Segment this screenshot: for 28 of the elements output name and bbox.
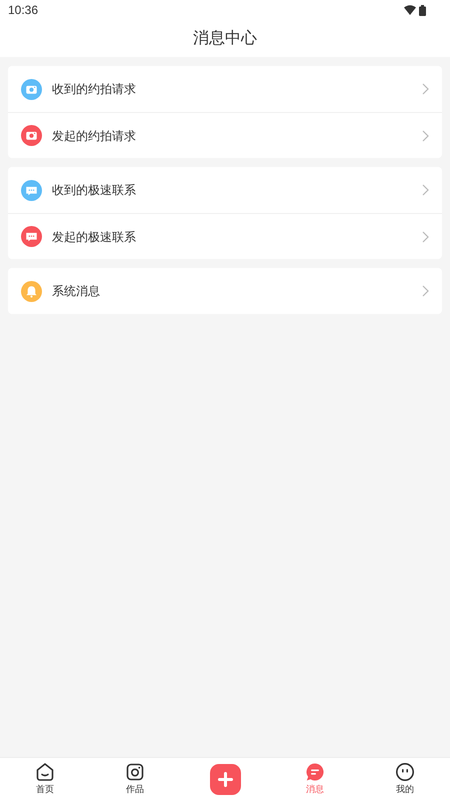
camera-icon [125, 762, 145, 782]
menu-item[interactable]: 系统消息 [8, 268, 442, 314]
status-time: 10:36 [8, 2, 38, 19]
chevron-right-icon [422, 83, 429, 95]
battery-icon [419, 4, 426, 16]
chevron-right-icon [422, 230, 429, 242]
menu-item-label: 收到的极速联系 [52, 182, 137, 199]
menu-item-label: 发起的约拍请求 [52, 128, 137, 144]
face-icon [395, 762, 415, 782]
nav-tab[interactable]: 我的 [395, 762, 415, 796]
menu-item-label: 收到的约拍请求 [52, 81, 137, 98]
menu-item[interactable]: 发起的约拍请求 [8, 112, 442, 158]
menu-item[interactable]: 收到的约拍请求 [8, 66, 442, 112]
home-icon [35, 762, 55, 782]
chevron-right-icon [422, 285, 429, 297]
nav-tab[interactable]: 作品 [125, 762, 145, 796]
menu-item-label: 系统消息 [52, 283, 101, 300]
menu-item[interactable]: 收到的极速联系 [8, 167, 442, 213]
chevron-right-icon [422, 184, 429, 196]
add-button[interactable] [210, 764, 240, 794]
wifi-icon [404, 5, 416, 15]
chat-icon [305, 762, 325, 782]
menu-item-label: 发起的极速联系 [52, 228, 137, 246]
page-title: 消息中心 [193, 28, 257, 48]
plus-icon [218, 772, 232, 786]
chevron-right-icon [422, 130, 429, 142]
menu-item[interactable]: 发起的极速联系 [8, 213, 442, 259]
nav-tab[interactable]: 首页 [35, 762, 55, 796]
